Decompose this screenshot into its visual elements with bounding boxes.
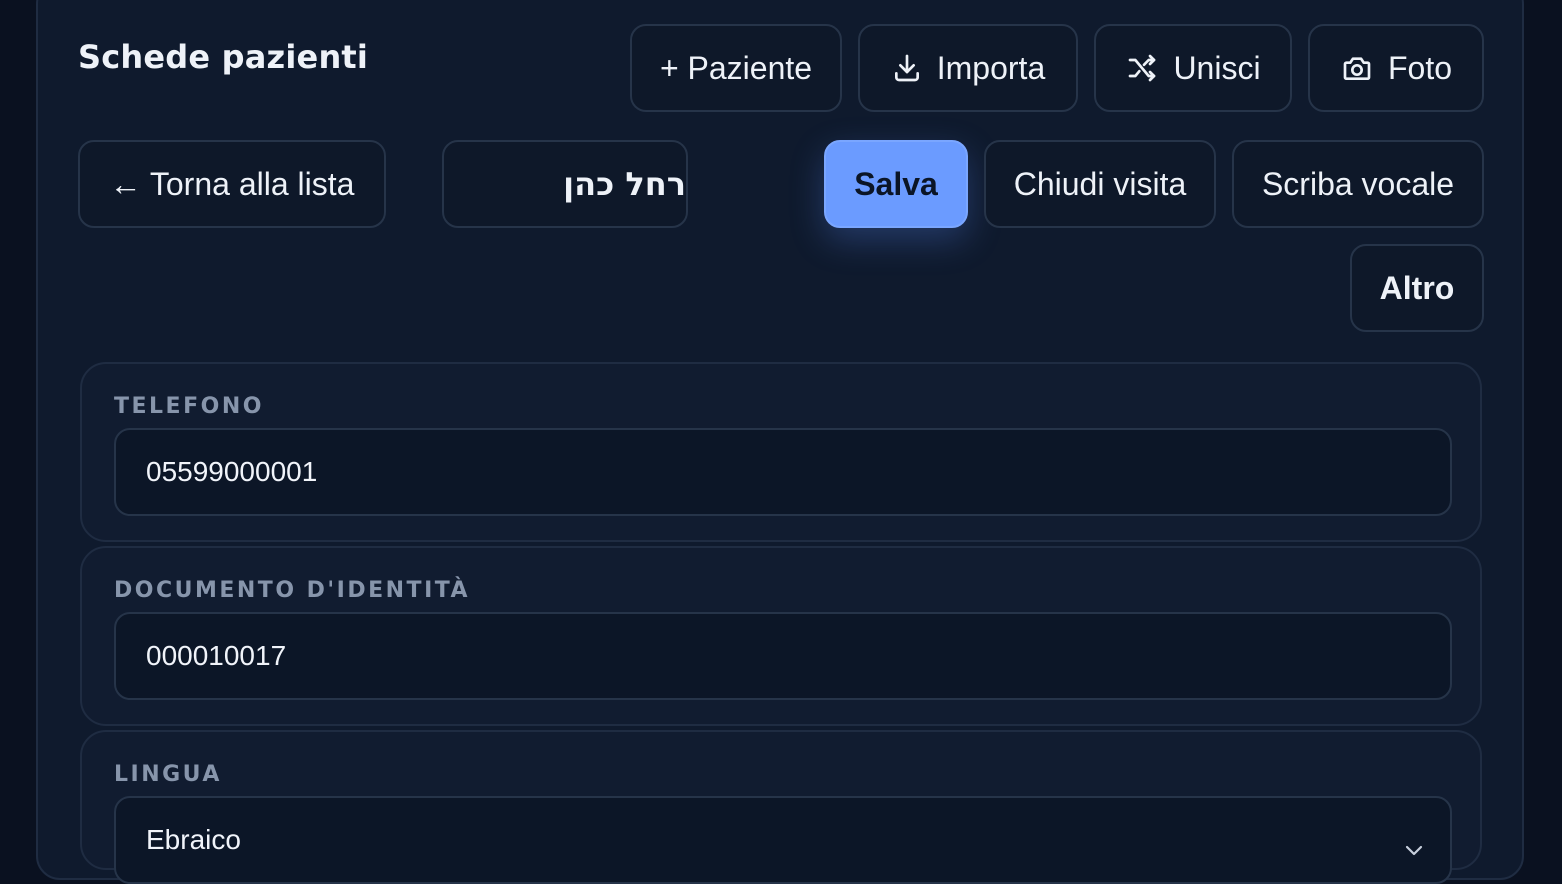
- close-visit-label: Chiudi visita: [1013, 165, 1187, 202]
- more-button[interactable]: Altro: [1350, 244, 1484, 332]
- import-button[interactable]: Importa: [858, 24, 1078, 112]
- merge-label: Unisci: [1173, 49, 1261, 86]
- photo-button[interactable]: Foto: [1308, 24, 1484, 112]
- back-to-list-label: ← Torna alla lista: [109, 165, 355, 202]
- language-card: LINGUA Ebraico: [80, 730, 1482, 884]
- page-title: Schede pazienti: [78, 38, 369, 76]
- photo-label: Foto: [1387, 49, 1453, 86]
- phone-value: 05599000001: [146, 456, 318, 487]
- id-document-card: DOCUMENTO D'IDENTITÀ 000010017: [80, 546, 1482, 726]
- phone-card: TELEFONO 05599000001: [80, 362, 1482, 542]
- download-icon: [891, 52, 923, 84]
- language-label: LINGUA: [114, 762, 222, 787]
- merge-button[interactable]: Unisci: [1094, 24, 1292, 112]
- camera-icon: [1340, 52, 1374, 84]
- patient-name-display: רחל כהן: [442, 140, 688, 228]
- id-document-label: DOCUMENTO D'IDENTITÀ: [114, 578, 471, 603]
- id-document-value: 000010017: [146, 640, 287, 671]
- import-label: Importa: [936, 49, 1046, 86]
- add-patient-label: + Paziente: [659, 49, 813, 86]
- id-document-input[interactable]: 000010017: [114, 612, 1452, 700]
- back-to-list-button[interactable]: ← Torna alla lista: [78, 140, 386, 228]
- phone-input[interactable]: 05599000001: [114, 428, 1452, 516]
- voice-scribe-label: Scriba vocale: [1261, 165, 1455, 202]
- language-value: Ebraico: [146, 824, 241, 855]
- save-label: Salva: [854, 165, 938, 202]
- language-select[interactable]: Ebraico: [114, 796, 1452, 884]
- save-button[interactable]: Salva: [824, 140, 968, 228]
- more-label: Altro: [1379, 269, 1455, 306]
- close-visit-button[interactable]: Chiudi visita: [984, 140, 1216, 228]
- shuffle-merge-icon: [1125, 52, 1159, 84]
- chevron-down-icon: [1404, 832, 1424, 864]
- patient-name: רחל כהן: [563, 165, 686, 203]
- phone-label: TELEFONO: [114, 394, 264, 419]
- voice-scribe-button[interactable]: Scriba vocale: [1232, 140, 1484, 228]
- add-patient-button[interactable]: + Paziente: [630, 24, 842, 112]
